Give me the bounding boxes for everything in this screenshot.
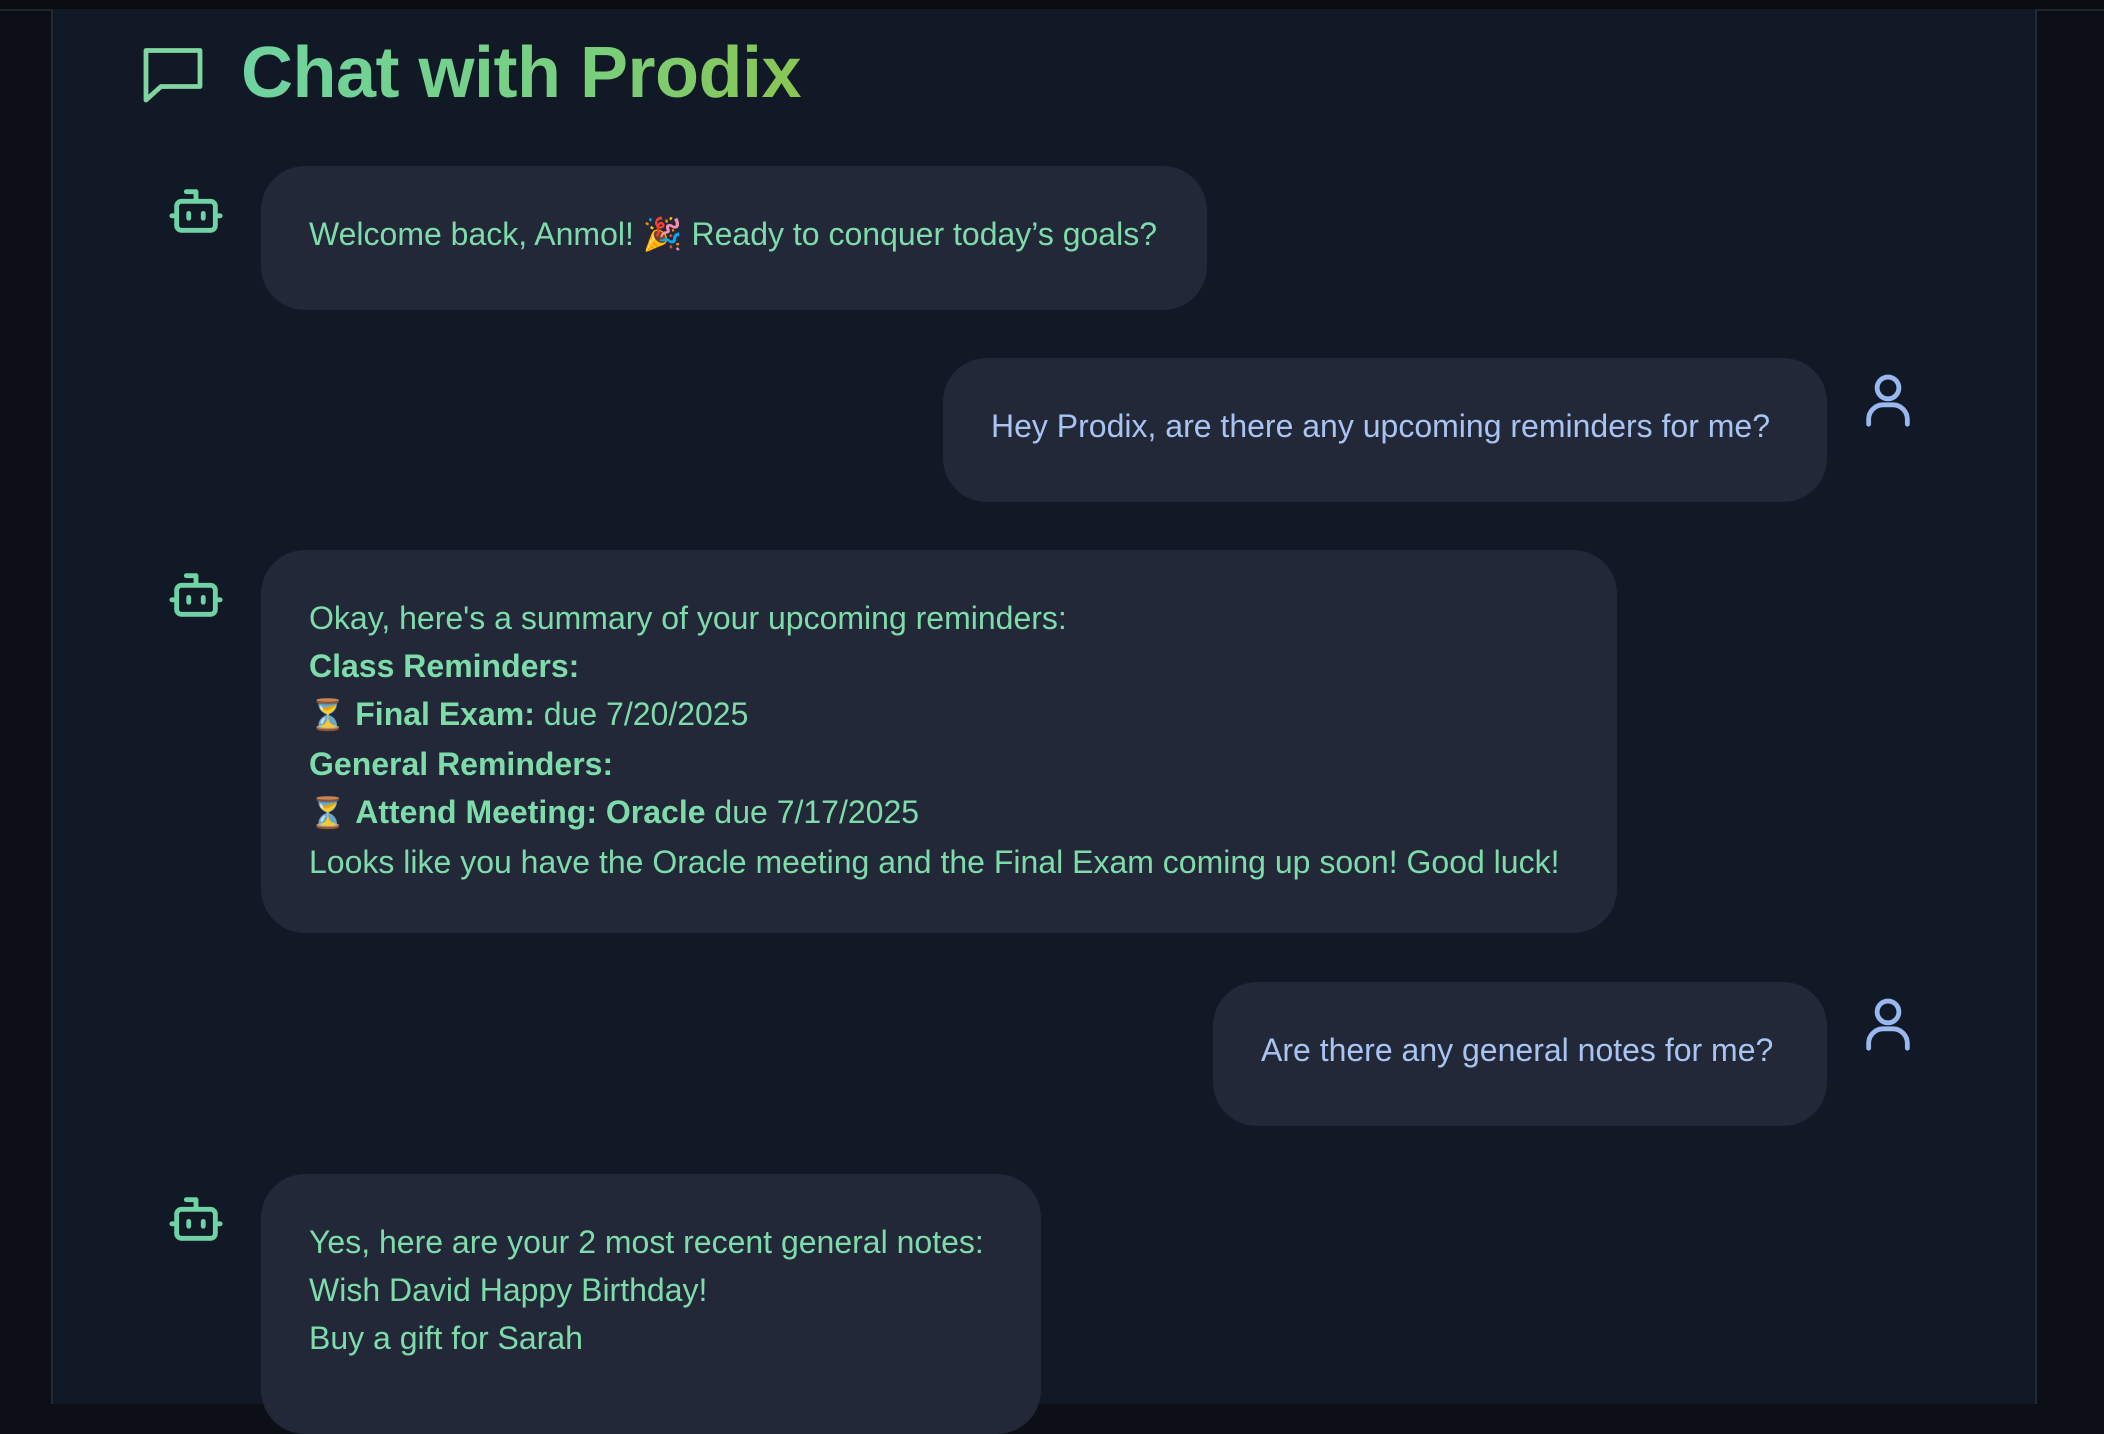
hourglass-icon: ⏳: [309, 797, 347, 830]
message-square-icon: [143, 48, 203, 103]
reminder-item-final-exam: ⏳ Final Exam: due 7/20/2025: [309, 690, 1569, 740]
note-item: Buy a gift for Sarah: [309, 1320, 583, 1356]
user-message-bubble: Hey Prodix, are there any upcoming remin…: [943, 358, 1827, 502]
message-text: Welcome back, Anmol! 🎉 Ready to conquer …: [309, 216, 1157, 252]
reminder-item-meeting: ⏳ Attend Meeting: Oracle due 7/17/2025: [309, 788, 1569, 838]
page-title: Chat with Prodix: [241, 21, 802, 125]
bot-reminders-bubble: Okay, here's a summary of your upcoming …: [261, 550, 1617, 933]
user-avatar-icon: [1866, 998, 1910, 1051]
user-message-bubble: Are there any general notes for me?: [1213, 982, 1827, 1126]
general-reminders-heading: General Reminders:: [309, 746, 614, 782]
reminder-due: due 7/17/2025: [714, 794, 920, 830]
reminder-label: Attend Meeting: Oracle: [355, 794, 706, 830]
chat-header: Chat with Prodix: [137, 21, 802, 125]
bot-avatar-icon: [169, 573, 223, 617]
chat-panel: Chat with Prodix Welcome back, Anmol! 🎉 …: [51, 9, 2037, 1434]
reminder-label: Final Exam:: [355, 696, 535, 732]
class-reminders-heading: Class Reminders:: [309, 648, 580, 684]
bot-avatar-icon: [169, 1197, 223, 1241]
note-item: Wish David Happy Birthday!: [309, 1272, 708, 1308]
message-text: Are there any general notes for me?: [1261, 1032, 1774, 1068]
notes-intro: Yes, here are your 2 most recent general…: [309, 1224, 984, 1260]
reminder-due: due 7/20/2025: [543, 696, 749, 732]
bot-message-bubble: Welcome back, Anmol! 🎉 Ready to conquer …: [261, 166, 1207, 310]
bot-avatar-icon: [169, 189, 223, 233]
hourglass-icon: ⏳: [309, 699, 347, 732]
message-text: Hey Prodix, are there any upcoming remin…: [991, 408, 1771, 444]
bot-notes-bubble: Yes, here are your 2 most recent general…: [261, 1174, 1041, 1434]
user-avatar-icon: [1866, 374, 1910, 427]
reminders-intro: Okay, here's a summary of your upcoming …: [309, 600, 1067, 636]
reminders-outro: Looks like you have the Oracle meeting a…: [309, 844, 1560, 880]
